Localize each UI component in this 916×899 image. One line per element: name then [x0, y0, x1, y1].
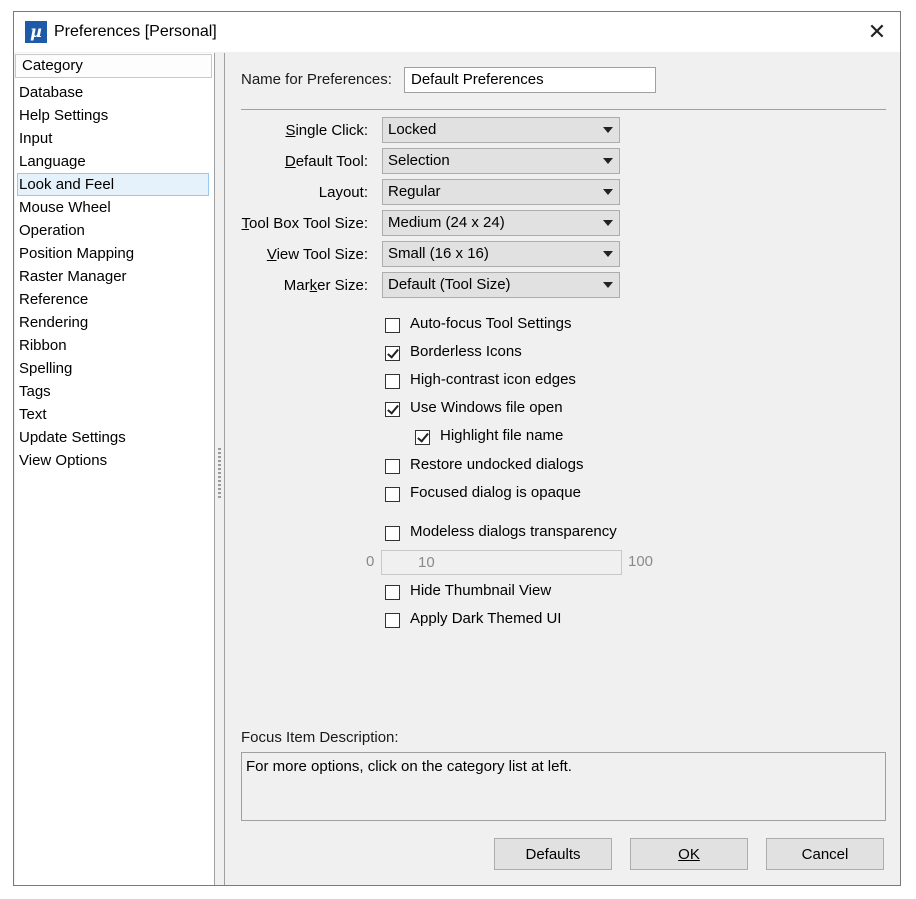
default-tool-label-text: efault Tool: [295, 153, 368, 170]
name-for-preferences-input[interactable]: Default Preferences [404, 67, 656, 93]
focused-opaque-checkbox[interactable] [385, 487, 400, 502]
panel-splitter[interactable] [215, 53, 225, 885]
category-item[interactable]: Spelling [15, 357, 214, 380]
marker-size-value: Default (Tool Size) [388, 276, 511, 293]
splitter-grip-icon[interactable] [218, 448, 221, 498]
category-item[interactable]: Update Settings [15, 426, 214, 449]
modeless-transparency-label: Modeless dialogs transparency [410, 523, 617, 540]
layout-value: Regular [388, 183, 441, 200]
ok-button[interactable]: OK [630, 838, 748, 870]
ok-button-label: OK [678, 846, 700, 863]
single-click-label-text: ingle Click: [295, 122, 368, 139]
preferences-dialog: µ Preferences [Personal] ✕ Category Data… [13, 11, 901, 886]
single-click-dropdown[interactable]: Locked [382, 117, 620, 143]
layout-dropdown[interactable]: Regular [382, 179, 620, 205]
highlight-file-name-checkbox[interactable] [415, 430, 430, 445]
tool-box-tool-size-value: Medium (24 x 24) [388, 214, 505, 231]
chevron-down-icon [603, 158, 613, 164]
category-panel: Category Database Help Settings Input Langu… [15, 53, 215, 885]
restore-undocked-label: Restore undocked dialogs [410, 456, 584, 473]
marker-size-dropdown[interactable]: Default (Tool Size) [382, 272, 620, 298]
restore-undocked-checkbox[interactable] [385, 459, 400, 474]
category-item[interactable]: Text [15, 403, 214, 426]
marker-size-label-a: Mar [283, 277, 310, 294]
tool-box-tool-size-label-text: ool Box Tool Size: [249, 215, 368, 232]
borderless-icons-checkbox[interactable] [385, 346, 400, 361]
view-tool-size-label: View Tool Size: [266, 246, 368, 263]
focus-description-label: Focus Item Description: [241, 729, 399, 746]
single-click-label: Single Click: [285, 122, 368, 139]
category-item[interactable]: Tags [15, 380, 214, 403]
marker-size-label-b: er Size: [317, 277, 368, 294]
marker-size-label: Marker Size: [283, 277, 368, 294]
category-item[interactable]: Ribbon [15, 334, 214, 357]
default-tool-label: Default Tool: [284, 153, 368, 170]
windows-file-open-label: Use Windows file open [410, 399, 563, 416]
view-tool-size-dropdown[interactable]: Small (16 x 16) [382, 241, 620, 267]
chevron-down-icon [603, 282, 613, 288]
high-contrast-label: High-contrast icon edges [410, 371, 576, 388]
auto-focus-label: Auto-focus Tool Settings [410, 315, 572, 332]
dark-theme-label: Apply Dark Themed UI [410, 610, 562, 627]
view-tool-size-value: Small (16 x 16) [388, 245, 489, 262]
chevron-down-icon [603, 251, 613, 257]
defaults-button[interactable]: Defaults [494, 838, 612, 870]
focus-description-box: For more options, click on the category … [241, 752, 886, 821]
layout-label: Layout: [318, 184, 368, 201]
transparency-min-label: 0 [366, 553, 375, 570]
hide-thumbnail-checkbox[interactable] [385, 585, 400, 600]
category-item[interactable]: View Options [15, 449, 214, 472]
category-header[interactable]: Category [15, 54, 212, 78]
modeless-transparency-checkbox[interactable] [385, 526, 400, 541]
tool-box-tool-size-label: Tool Box Tool Size: [241, 215, 368, 232]
hide-thumbnail-label: Hide Thumbnail View [410, 582, 552, 599]
transparency-value-field[interactable]: 10 [381, 550, 622, 575]
highlight-file-name-label: Highlight file name [440, 427, 564, 444]
divider [241, 109, 886, 110]
auto-focus-checkbox[interactable] [385, 318, 400, 333]
transparency-max-label: 100 [628, 553, 654, 570]
category-item[interactable]: Database [15, 81, 214, 104]
tool-box-tool-size-dropdown[interactable]: Medium (24 x 24) [382, 210, 620, 236]
focused-opaque-label: Focused dialog is opaque [410, 484, 581, 501]
chevron-down-icon [603, 220, 613, 226]
borderless-icons-label: Borderless Icons [410, 343, 522, 360]
app-icon: µ [25, 21, 47, 43]
close-icon[interactable]: ✕ [854, 12, 900, 52]
dark-theme-checkbox[interactable] [385, 613, 400, 628]
window-title: Preferences [Personal] [54, 23, 217, 40]
view-tool-size-label-text: iew Tool Size: [276, 246, 368, 263]
high-contrast-checkbox[interactable] [385, 374, 400, 389]
name-for-preferences-label: Name for Preferences: [241, 71, 392, 88]
cancel-button[interactable]: Cancel [766, 838, 884, 870]
default-tool-dropdown[interactable]: Selection [382, 148, 620, 174]
focus-description-text: For more options, click on the category … [246, 758, 572, 775]
chevron-down-icon [603, 189, 613, 195]
default-tool-value: Selection [388, 152, 450, 169]
single-click-value: Locked [388, 121, 437, 138]
chevron-down-icon [603, 127, 613, 133]
title-bar[interactable]: µ Preferences [Personal] ✕ [14, 12, 900, 52]
windows-file-open-checkbox[interactable] [385, 402, 400, 417]
category-item[interactable]: Rendering [15, 311, 214, 334]
